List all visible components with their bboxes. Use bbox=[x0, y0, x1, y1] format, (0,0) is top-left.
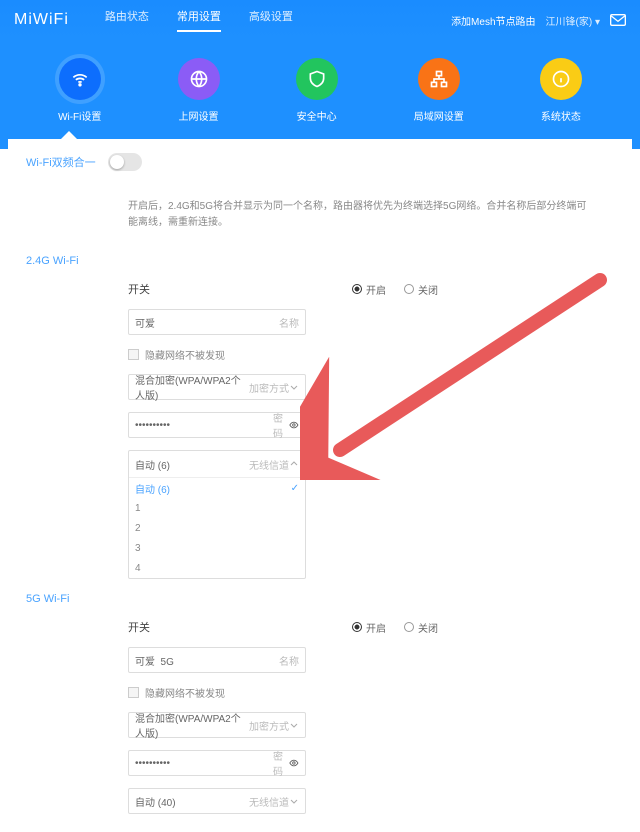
channel-option[interactable]: 1 bbox=[129, 498, 305, 518]
globe-icon bbox=[178, 58, 220, 100]
shield-icon bbox=[296, 58, 338, 100]
form-5g: 开关 开启 关闭 名称 隐藏网络不被发现 混合加密(WPA/WPA2个人版)加密… bbox=[128, 613, 438, 832]
section-24g-title: 2.4G Wi-Fi bbox=[8, 251, 632, 275]
eye-icon[interactable] bbox=[289, 419, 299, 431]
channel-option[interactable]: 4 bbox=[129, 558, 305, 578]
info-icon bbox=[540, 58, 582, 100]
wifi-icon bbox=[59, 58, 101, 100]
pwd-24g-input[interactable]: 密码 bbox=[128, 412, 306, 438]
channel-24g-select[interactable]: 自动 (6)无线信道 自动 (6)✓ 1 2 3 4 bbox=[128, 450, 306, 579]
nav-status[interactable]: 路由状态 bbox=[105, 8, 149, 32]
radio-5g-on[interactable]: 开启 bbox=[352, 620, 386, 635]
channel-24g-options: 自动 (6)✓ 1 2 3 4 bbox=[129, 477, 305, 578]
user-dropdown[interactable]: 江川锋(家) ▾ bbox=[546, 13, 600, 28]
enc-24g-select[interactable]: 混合加密(WPA/WPA2个人版)加密方式 bbox=[128, 374, 306, 400]
nav-advanced[interactable]: 高级设置 bbox=[249, 8, 293, 32]
form-24g: 开关 开启 关闭 名称 隐藏网络不被发现 混合加密(WPA/WPA2个人版)加密… bbox=[128, 275, 438, 585]
tab-wifi[interactable]: Wi-Fi设置 bbox=[58, 58, 101, 123]
logo: MiWiFi bbox=[14, 11, 69, 29]
pwd-5g-input[interactable]: 密码 bbox=[128, 750, 306, 776]
settings-panel: Wi-Fi双频合一 开启后，2.4G和5G将合并显示为同一个名称，路由器将优先为… bbox=[8, 139, 632, 832]
top-nav: 路由状态 常用设置 高级设置 bbox=[105, 8, 293, 32]
settings-tabs: Wi-Fi设置 上网设置 安全中心 局域网设置 系统状态 bbox=[0, 40, 640, 149]
tab-security[interactable]: 安全中心 bbox=[296, 58, 338, 123]
section-5g-title: 5G Wi-Fi bbox=[8, 589, 632, 613]
radio-24g-on[interactable]: 开启 bbox=[352, 282, 386, 297]
switch-label-5g: 开关 bbox=[128, 619, 150, 635]
tab-lan[interactable]: 局域网设置 bbox=[414, 58, 464, 123]
chevron-down-icon bbox=[289, 720, 299, 730]
enc-5g-select[interactable]: 混合加密(WPA/WPA2个人版)加密方式 bbox=[128, 712, 306, 738]
top-bar: MiWiFi 路由状态 常用设置 高级设置 添加Mesh节点路由 江川锋(家) … bbox=[0, 0, 640, 40]
hide-5g-checkbox[interactable]: 隐藏网络不被发现 bbox=[128, 685, 438, 700]
add-mesh-link[interactable]: 添加Mesh节点路由 bbox=[451, 13, 535, 28]
ssid-5g-input[interactable]: 名称 bbox=[128, 647, 306, 673]
channel-option[interactable]: 2 bbox=[129, 518, 305, 538]
channel-5g-select[interactable]: 自动 (40)无线信道 bbox=[128, 788, 306, 814]
chevron-down-icon bbox=[289, 382, 299, 392]
hide-24g-checkbox[interactable]: 隐藏网络不被发现 bbox=[128, 347, 438, 362]
tab-wan[interactable]: 上网设置 bbox=[178, 58, 220, 123]
chevron-up-icon bbox=[289, 459, 299, 469]
channel-option[interactable]: 3 bbox=[129, 538, 305, 558]
mail-icon[interactable] bbox=[610, 14, 626, 26]
merge-title: Wi-Fi双频合一 bbox=[26, 154, 96, 170]
eye-icon[interactable] bbox=[289, 757, 299, 769]
tab-system[interactable]: 系统状态 bbox=[540, 58, 582, 123]
merge-desc: 开启后，2.4G和5G将合并显示为同一个名称，路由器将优先为终端选择5G网络。合… bbox=[8, 185, 632, 251]
radio-24g-off[interactable]: 关闭 bbox=[404, 282, 438, 297]
network-icon bbox=[418, 58, 460, 100]
switch-label: 开关 bbox=[128, 281, 150, 297]
dual-band-merge-row: Wi-Fi双频合一 bbox=[8, 139, 632, 185]
radio-5g-off[interactable]: 关闭 bbox=[404, 620, 438, 635]
top-right: 添加Mesh节点路由 江川锋(家) ▾ bbox=[451, 13, 626, 28]
nav-common[interactable]: 常用设置 bbox=[177, 8, 221, 32]
ssid-24g-input[interactable]: 名称 bbox=[128, 309, 306, 335]
channel-option[interactable]: 自动 (6)✓ bbox=[129, 478, 305, 498]
merge-toggle[interactable] bbox=[108, 153, 142, 171]
chevron-down-icon bbox=[289, 796, 299, 806]
